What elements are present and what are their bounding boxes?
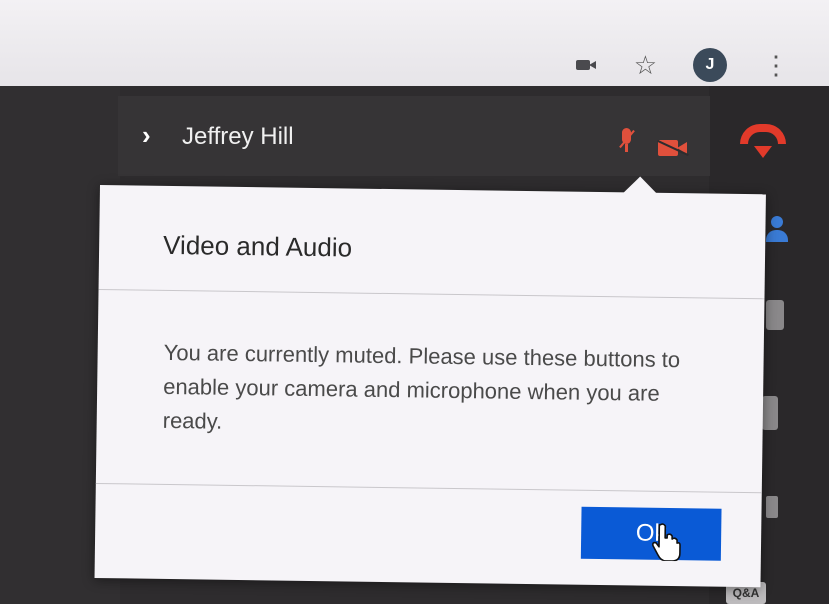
user-icon[interactable] [762, 396, 778, 430]
dialog-title: Video and Audio [162, 229, 353, 263]
hang-up-icon[interactable] [740, 124, 786, 164]
chevron-right-icon[interactable]: › [142, 120, 151, 151]
dialog-pointer [621, 176, 659, 195]
chat-icon[interactable] [766, 300, 784, 330]
video-audio-dialog: Video and Audio You are currently muted.… [94, 176, 766, 588]
hand-cursor-icon [652, 523, 681, 562]
participants-icon[interactable] [764, 216, 790, 244]
toolbar-icons: ☆ J ⋮ [575, 48, 789, 82]
participant-name: Jeffrey Hill [182, 123, 294, 150]
kebab-menu-icon[interactable]: ⋮ [763, 52, 789, 78]
dialog-message: You are currently muted. Please use thes… [162, 339, 681, 434]
divider [95, 482, 762, 494]
mic-muted-icon[interactable] [618, 128, 635, 156]
camera-off-icon[interactable] [657, 139, 689, 158]
browser-toolbar: ☆ J ⋮ [0, 0, 829, 90]
star-icon[interactable]: ☆ [634, 52, 657, 78]
divider [98, 288, 765, 300]
participant-row[interactable]: › Jeffrey Hill [118, 96, 710, 176]
screen-icon[interactable] [766, 496, 778, 518]
avatar[interactable]: J [693, 48, 727, 82]
video-camera-icon[interactable] [575, 58, 598, 72]
